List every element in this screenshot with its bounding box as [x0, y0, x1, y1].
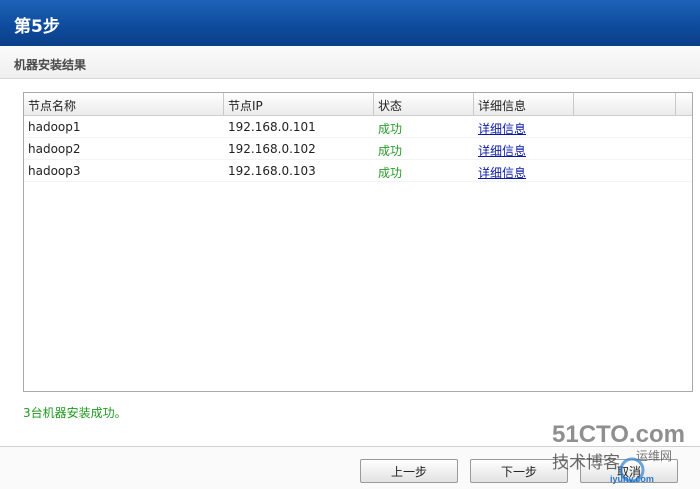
status-cell: 成功 — [378, 122, 403, 136]
install-results-table[interactable]: 节点名称 节点IP 状态 详细信息 hadoop1 192.168.0.101 … — [23, 92, 693, 392]
node-ip-cell: 192.168.0.102 — [228, 142, 316, 156]
section-title: 机器安装结果 — [14, 58, 87, 72]
status-cell: 成功 — [378, 144, 403, 158]
details-link[interactable]: 详细信息 — [478, 122, 526, 136]
column-header-node-name[interactable]: 节点名称 — [24, 93, 224, 115]
wizard-title-bar: 第5步 — [0, 0, 700, 46]
node-name-cell: hadoop3 — [28, 164, 81, 178]
section-header: 机器安装结果 — [0, 46, 700, 79]
column-header-node-ip[interactable]: 节点IP — [224, 93, 374, 115]
node-ip-cell: 192.168.0.103 — [228, 164, 316, 178]
table-row[interactable]: hadoop1 192.168.0.101 成功 详细信息 — [24, 116, 692, 138]
details-cell: 详细信息 — [474, 116, 574, 138]
node-name-cell: hadoop2 — [28, 142, 81, 156]
install-success-message: 3台机器安装成功。 — [23, 406, 127, 420]
node-name-cell: hadoop1 — [28, 120, 81, 134]
details-link[interactable]: 详细信息 — [478, 166, 526, 180]
node-ip-cell: 192.168.0.101 — [228, 120, 316, 134]
column-header-details[interactable]: 详细信息 — [474, 93, 574, 115]
column-header-spacer — [574, 93, 676, 115]
table-header: 节点名称 节点IP 状态 详细信息 — [24, 93, 692, 116]
details-cell: 详细信息 — [474, 160, 574, 182]
details-cell: 详细信息 — [474, 138, 574, 160]
status-cell: 成功 — [378, 166, 403, 180]
table-row[interactable]: hadoop2 192.168.0.102 成功 详细信息 — [24, 138, 692, 160]
column-header-status[interactable]: 状态 — [374, 93, 474, 115]
wizard-footer: 上一步 下一步 取消 — [0, 446, 700, 489]
next-step-button[interactable]: 下一步 — [470, 459, 568, 483]
cancel-button[interactable]: 取消 — [580, 459, 678, 483]
watermark-site-text: 51CTO.com — [552, 421, 685, 448]
wizard-step-title: 第5步 — [14, 17, 60, 37]
previous-step-button[interactable]: 上一步 — [360, 459, 458, 483]
table-row[interactable]: hadoop3 192.168.0.103 成功 详细信息 — [24, 160, 692, 182]
details-link[interactable]: 详细信息 — [478, 144, 526, 158]
